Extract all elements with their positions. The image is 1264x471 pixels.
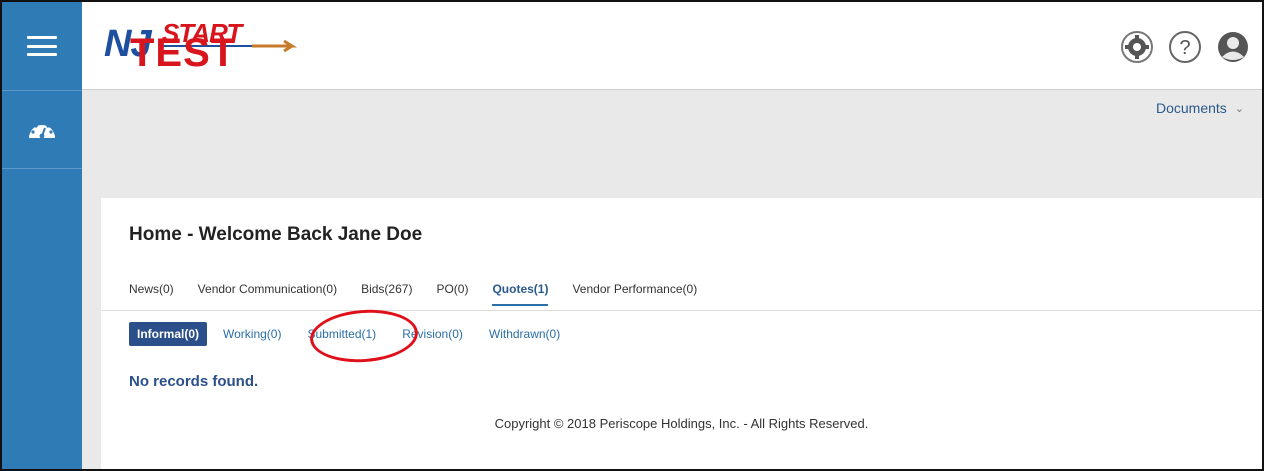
svg-text:TEST: TEST (130, 31, 236, 72)
sidebar (2, 2, 82, 469)
documents-dropdown[interactable]: Documents ⌄ (1156, 100, 1244, 116)
top-bar: NJ START TEST ? (2, 2, 1262, 90)
tab-vendor-performance[interactable]: Vendor Performance(0) (572, 282, 697, 306)
app-window: NJ START TEST ? Documents ⌄ Home - Welco… (0, 0, 1264, 471)
chevron-down-icon: ⌄ (1234, 102, 1244, 115)
tab-bids[interactable]: Bids(267) (361, 282, 412, 306)
copyright-text: Copyright © 2018 Periscope Holdings, Inc… (494, 416, 869, 431)
njstart-logo[interactable]: NJ START TEST (102, 16, 312, 75)
top-right-icons: ? (1120, 30, 1250, 64)
main-tabs: News(0) Vendor Communication(0) Bids(267… (129, 282, 721, 306)
gear-icon[interactable] (1120, 30, 1154, 64)
subtab-submitted[interactable]: Submitted(1) (307, 327, 376, 341)
dashboard-icon (29, 121, 55, 138)
tabs-divider (101, 310, 1262, 311)
logo-graphic: NJ START TEST (104, 18, 298, 75)
tab-news[interactable]: News(0) (129, 282, 174, 306)
subtab-withdrawn[interactable]: Withdrawn(0) (489, 327, 560, 341)
tab-quotes[interactable]: Quotes(1) (492, 282, 549, 306)
subtab-revision[interactable]: Revision(0) (402, 327, 463, 341)
empty-state-message: No records found. (129, 373, 259, 390)
subtab-working[interactable]: Working(0) (223, 327, 281, 341)
tab-po[interactable]: PO(0) (436, 282, 468, 306)
home-panel: Home - Welcome Back Jane Doe News(0) Ven… (101, 198, 1262, 469)
quote-status-tabs: Informal(0) Working(0) Submitted(1) Revi… (129, 322, 586, 346)
svg-text:?: ? (1179, 37, 1190, 59)
documents-label: Documents (1155, 100, 1227, 116)
subtab-informal[interactable]: Informal(0) (129, 322, 208, 346)
menu-icon (27, 36, 57, 56)
sidebar-item-dashboard[interactable] (2, 91, 82, 169)
menu-button[interactable] (2, 2, 82, 90)
user-icon[interactable] (1216, 30, 1250, 64)
page-title: Home - Welcome Back Jane Doe (129, 224, 423, 245)
tab-vendor-communication[interactable]: Vendor Communication(0) (198, 282, 337, 306)
help-icon[interactable]: ? (1168, 30, 1202, 64)
